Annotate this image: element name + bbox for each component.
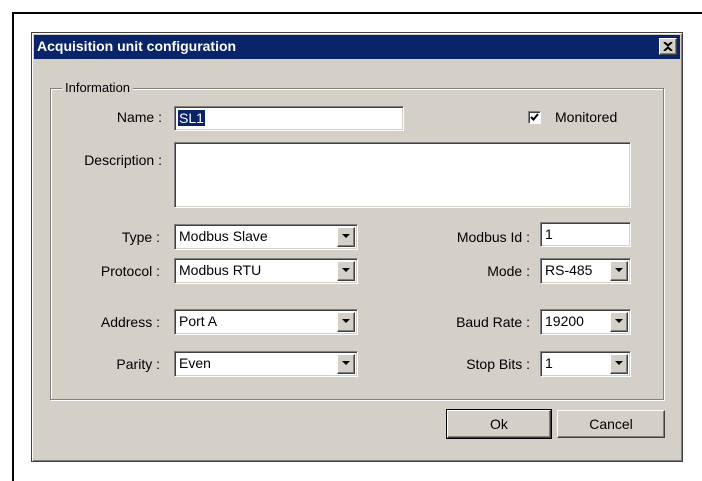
mode-combobox[interactable]: RS-485 xyxy=(540,258,631,284)
name-value: SL1 xyxy=(178,110,205,126)
window-title: Acquisition unit configuration xyxy=(37,38,237,54)
baud-rate-value: 19200 xyxy=(545,313,584,329)
address-label: Address : xyxy=(100,314,160,330)
name-input[interactable]: SL1 xyxy=(174,106,404,131)
checkmark-icon xyxy=(530,113,539,121)
cancel-button[interactable]: Cancel xyxy=(557,410,665,438)
address-value: Port A xyxy=(179,313,218,329)
chevron-down-icon xyxy=(615,361,623,365)
parity-value: Even xyxy=(179,355,211,371)
type-label: Type : xyxy=(121,229,160,245)
information-group-label: Information xyxy=(62,80,134,95)
close-button[interactable] xyxy=(659,38,677,55)
chevron-down-icon xyxy=(342,361,350,365)
protocol-combobox[interactable]: Modbus RTU xyxy=(174,258,358,284)
stop-bits-value: 1 xyxy=(545,355,553,371)
chevron-down-icon xyxy=(342,234,350,238)
address-combobox[interactable]: Port A xyxy=(174,309,358,335)
ok-button[interactable]: Ok xyxy=(446,409,552,439)
mode-dropdown-button[interactable] xyxy=(610,261,628,281)
monitored-label: Monitored xyxy=(555,109,618,125)
chevron-down-icon xyxy=(615,268,623,272)
close-icon xyxy=(663,42,673,51)
baud-rate-combobox[interactable]: 19200 xyxy=(540,309,631,335)
type-value: Modbus Slave xyxy=(179,228,268,244)
chevron-down-icon xyxy=(342,268,350,272)
address-dropdown-button[interactable] xyxy=(337,312,355,332)
baud-rate-dropdown-button[interactable] xyxy=(610,312,628,332)
chevron-down-icon xyxy=(342,319,350,323)
baud-rate-label: Baud Rate : xyxy=(456,314,530,330)
parity-label: Parity : xyxy=(116,356,160,372)
name-label: Name : xyxy=(116,109,162,125)
stop-bits-dropdown-button[interactable] xyxy=(610,354,628,374)
modbus-id-value: 1 xyxy=(545,226,553,242)
description-textarea[interactable] xyxy=(174,142,631,208)
parity-combobox[interactable]: Even xyxy=(174,351,358,377)
parity-dropdown-button[interactable] xyxy=(337,354,355,374)
protocol-value: Modbus RTU xyxy=(179,262,262,278)
modbus-id-input[interactable]: 1 xyxy=(540,222,631,247)
mode-label: Mode : xyxy=(487,263,530,279)
stop-bits-combobox[interactable]: 1 xyxy=(540,351,631,377)
title-bar[interactable]: Acquisition unit configuration xyxy=(34,35,680,59)
protocol-dropdown-button[interactable] xyxy=(337,261,355,281)
type-dropdown-button[interactable] xyxy=(337,227,355,247)
protocol-label: Protocol : xyxy=(100,263,160,279)
chevron-down-icon xyxy=(615,319,623,323)
type-combobox[interactable]: Modbus Slave xyxy=(174,224,358,250)
description-label: Description : xyxy=(84,152,162,168)
stop-bits-label: Stop Bits : xyxy=(466,356,530,372)
modbus-id-label: Modbus Id : xyxy=(456,229,530,245)
mode-value: RS-485 xyxy=(545,262,593,278)
monitored-checkbox[interactable] xyxy=(528,111,541,124)
